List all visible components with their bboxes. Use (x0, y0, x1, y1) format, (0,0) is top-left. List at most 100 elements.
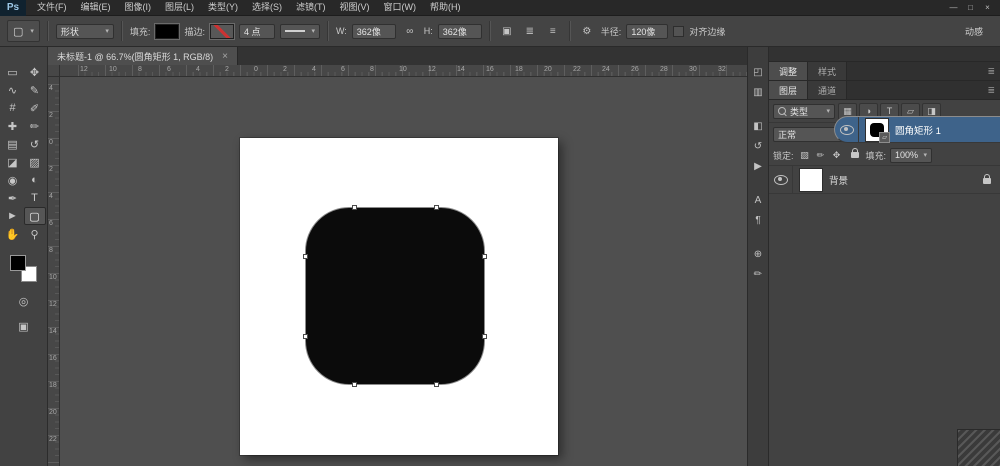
anchor-point[interactable] (482, 334, 487, 339)
panel-tab[interactable]: 调整 (769, 62, 808, 80)
anchor-point[interactable] (434, 205, 439, 210)
menu-item[interactable]: 窗口(W) (377, 0, 424, 15)
lock-paint-icon[interactable]: ✏ (814, 148, 828, 162)
gear-icon[interactable]: ⚙ (578, 22, 596, 40)
stroke-color-swatch[interactable] (210, 24, 234, 39)
tool-mode-select[interactable]: 形状 (56, 24, 114, 39)
lock-transparency-icon[interactable]: ▨ (798, 148, 812, 162)
hand-tool[interactable]: ✋ (2, 225, 24, 243)
rounded-rectangle-tool[interactable]: ▢ (24, 207, 46, 225)
rounded-rectangle-shape[interactable] (305, 207, 485, 385)
eraser-tool[interactable]: ◪ (2, 153, 24, 171)
tools-grid: ▭ ✥ ∿ ✎ # ✐ (0, 63, 47, 243)
eyedropper-tool[interactable]: ✐ (24, 99, 46, 117)
menu-item[interactable]: 类型(Y) (201, 0, 245, 15)
history-brush-tool[interactable]: ↺ (24, 135, 46, 153)
anchor-point[interactable] (303, 334, 308, 339)
blur-tool[interactable]: ◉ (2, 171, 24, 189)
zoom-tool[interactable]: ⚲ (24, 225, 46, 243)
path-arrange-button[interactable]: ≡ (544, 22, 562, 40)
layers-filter-select[interactable]: 类型 (773, 104, 835, 119)
anchor-point[interactable] (352, 382, 357, 387)
tool-preset-button[interactable]: ▢ (7, 20, 40, 42)
close-button[interactable]: × (979, 2, 996, 14)
lock-position-icon[interactable]: ✥ (830, 148, 844, 162)
panel-menu-icon[interactable]: ≣ (982, 81, 1000, 99)
stroke-style-line (285, 30, 305, 32)
history-panel-icon[interactable]: ↺ (749, 139, 767, 154)
screen-mode-button[interactable]: ▣ (13, 317, 35, 335)
align-edges-checkbox[interactable] (673, 26, 684, 37)
width-field[interactable]: 362像 (352, 24, 396, 39)
crop-tool[interactable]: # (2, 99, 24, 117)
layer-row[interactable]: ▱ 背景 (769, 166, 1000, 194)
visibility-toggle[interactable] (769, 166, 793, 193)
layers-channels-tab-row: 图层通道 ≣ (769, 81, 1000, 100)
menu-item[interactable]: 滤镜(T) (289, 0, 333, 15)
menu-item[interactable]: 图层(L) (158, 0, 201, 15)
anchor-point[interactable] (482, 254, 487, 259)
document-canvas[interactable] (240, 138, 558, 455)
divider (47, 21, 49, 41)
anchor-point[interactable] (303, 254, 308, 259)
histogram-panel-icon[interactable]: ▥ (749, 85, 767, 100)
move-tool[interactable]: ✥ (24, 63, 46, 81)
menu-item[interactable]: 帮助(H) (423, 0, 468, 15)
menu-item[interactable]: 视图(V) (333, 0, 377, 15)
layer-row[interactable]: ▱ 圆角矩形 1 (834, 116, 1000, 143)
quick-selection-tool[interactable]: ✎ (24, 81, 46, 99)
layer-thumbnail[interactable]: ▱ (799, 168, 823, 192)
visibility-toggle[interactable] (835, 117, 859, 142)
document-tab[interactable]: 未标题-1 @ 66.7%(圆角矩形 1, RGB/8) × (48, 47, 238, 65)
lasso-tool[interactable]: ∿ (2, 81, 24, 99)
path-alignment-button[interactable]: ≣ (521, 22, 539, 40)
layer-thumbnail[interactable]: ▱ (865, 118, 889, 142)
dodge-tool[interactable]: ◐ (24, 171, 46, 189)
close-tab-icon[interactable]: × (222, 51, 228, 62)
foreground-color-swatch[interactable] (10, 255, 26, 271)
quick-mask-button[interactable]: ◎ (13, 292, 35, 310)
height-label: H: (424, 26, 433, 36)
brush-tool[interactable]: ✏ (24, 117, 46, 135)
resize-grip[interactable] (957, 429, 1000, 466)
path-operations-button[interactable]: ▣ (498, 22, 516, 40)
lock-all-icon[interactable] (848, 148, 862, 162)
panel-menu-icon[interactable]: ≣ (982, 62, 1000, 80)
workspace-switcher[interactable]: 动感 (965, 25, 993, 38)
properties-panel-icon[interactable]: ◧ (749, 119, 767, 134)
restore-button[interactable]: □ (962, 2, 979, 14)
rectangular-marquee-tool[interactable]: ▭ (2, 63, 24, 81)
menu-item[interactable]: 文件(F) (30, 0, 74, 15)
fill-opacity-field[interactable]: 100% (890, 148, 932, 163)
panel-tab[interactable]: 通道 (808, 81, 847, 99)
tool-bar: ▭ ✥ ∿ ✎ # ✐ (0, 47, 48, 466)
type-tool[interactable]: T (24, 189, 46, 207)
clone-source-panel-icon[interactable]: ⊕ (749, 247, 767, 262)
height-field[interactable]: 362像 (438, 24, 482, 39)
healing-brush-tool[interactable]: ✚ (2, 117, 24, 135)
menu-item[interactable]: 编辑(E) (74, 0, 118, 15)
brush-panel-icon[interactable]: ✏ (749, 267, 767, 282)
panel-tab[interactable]: 图层 (769, 81, 808, 99)
menu-item[interactable]: 选择(S) (245, 0, 289, 15)
paragraph-panel-icon[interactable]: ¶ (749, 213, 767, 228)
clone-stamp-tool[interactable]: ▤ (2, 135, 24, 153)
navigator-panel-icon[interactable]: ◰ (749, 65, 767, 80)
pen-tool[interactable]: ✒ (2, 189, 24, 207)
options-bar: ▢ 形状 填充: 描边: 4 点 W: 362像 ∞ H: 362像 ▣ ≣ ≡… (0, 16, 1000, 47)
panel-tab[interactable]: 样式 (808, 62, 847, 80)
minimize-button[interactable]: — (945, 2, 962, 14)
anchor-point[interactable] (352, 205, 357, 210)
gradient-tool[interactable]: ▨ (24, 153, 46, 171)
anchor-point[interactable] (434, 382, 439, 387)
path-selection-tool[interactable]: ► (2, 207, 24, 225)
link-dimensions-icon[interactable]: ∞ (401, 22, 419, 40)
stroke-width-field[interactable]: 4 点 (239, 24, 275, 39)
canvas-viewport[interactable] (60, 77, 747, 466)
fill-color-swatch[interactable] (155, 24, 179, 39)
character-panel-icon[interactable]: A (749, 193, 767, 208)
actions-panel-icon[interactable]: ▶ (749, 159, 767, 174)
radius-field[interactable]: 120像 (626, 24, 668, 39)
menu-item[interactable]: 图像(I) (118, 0, 159, 15)
stroke-style-select[interactable] (280, 24, 320, 39)
